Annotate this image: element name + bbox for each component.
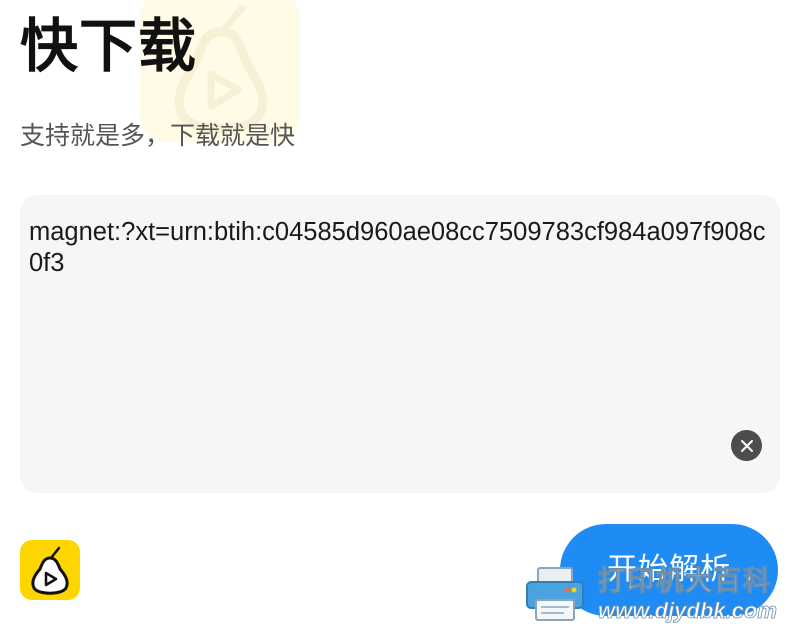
link-input-text[interactable]: magnet:?xt=urn:btih:c04585d960ae08cc7509… <box>29 217 774 279</box>
clear-input-button[interactable] <box>731 430 762 461</box>
start-parse-button[interactable]: 开始解析 <box>560 524 778 616</box>
page-subtitle: 支持就是多，下载就是快 <box>20 121 296 150</box>
page-title: 快下载 <box>20 12 198 80</box>
app-logo[interactable] <box>20 540 80 600</box>
close-icon <box>740 439 753 452</box>
pear-play-logo-icon <box>31 546 69 595</box>
link-input-box[interactable]: magnet:?xt=urn:btih:c04585d960ae08cc7509… <box>20 195 780 493</box>
